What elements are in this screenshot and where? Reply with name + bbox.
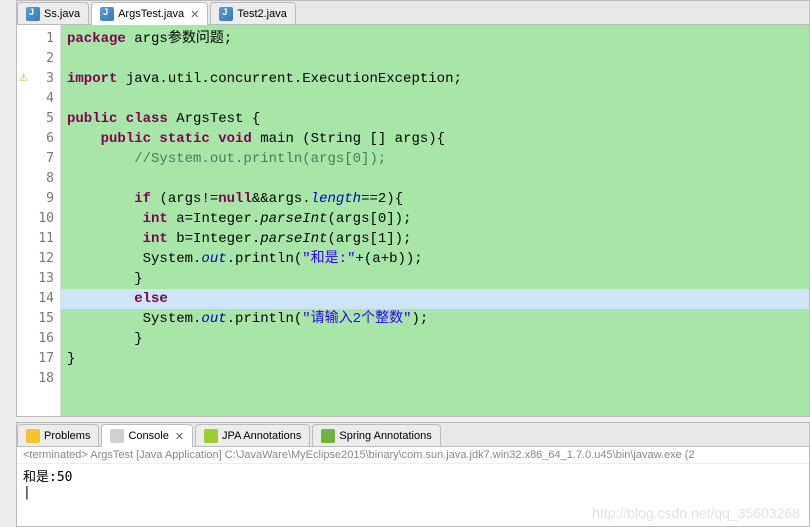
console-tab[interactable]: Problems	[17, 424, 99, 446]
gutter-mark	[19, 209, 33, 229]
line-gutter: ⚠ 123456789101112131415161718	[17, 25, 61, 416]
java-file-icon	[100, 7, 114, 21]
console-tab-label: Spring Annotations	[339, 430, 431, 442]
spring-icon	[321, 429, 335, 443]
editor-pane: Ss.java ArgsTest.java ✕ Test2.java ⚠ 123456…	[16, 0, 810, 417]
code-line[interactable]: import java.util.concurrent.ExecutionExc…	[61, 69, 809, 89]
code-line[interactable]: }	[61, 349, 809, 369]
code-line[interactable]	[61, 369, 809, 389]
code-area[interactable]: package args参数问题; import java.util.concur…	[61, 25, 809, 416]
gutter-mark	[19, 349, 33, 369]
code-line[interactable]: System.out.println("和是:"+(a+b));	[61, 249, 809, 269]
code-line[interactable]: public class ArgsTest {	[61, 109, 809, 129]
gutter-mark: ⚠	[19, 69, 33, 89]
console-cursor: |	[23, 485, 803, 500]
console-launch-info: <terminated> ArgsTest [Java Application]…	[17, 447, 809, 464]
code-line[interactable]: }	[61, 329, 809, 349]
gutter-mark	[19, 169, 33, 189]
code-line[interactable]	[61, 49, 809, 69]
tab-label: Ss.java	[44, 8, 80, 20]
editor-tabs: Ss.java ArgsTest.java ✕ Test2.java	[17, 1, 809, 25]
java-file-icon	[26, 7, 40, 21]
code-line[interactable]	[61, 169, 809, 189]
gutter-mark	[19, 189, 33, 209]
gutter-mark	[19, 149, 33, 169]
code-line[interactable]: int a=Integer.parseInt(args[0]);	[61, 209, 809, 229]
code-line[interactable]: else	[61, 289, 809, 309]
gutter-mark	[19, 369, 33, 389]
editor-tab[interactable]: Test2.java	[210, 2, 296, 24]
close-icon[interactable]: ✕	[175, 430, 184, 443]
tab-label: Test2.java	[237, 8, 287, 20]
gutter-mark	[19, 269, 33, 289]
warning-icon: ⚠	[19, 73, 28, 84]
code-line[interactable]	[61, 89, 809, 109]
gutter-mark	[19, 229, 33, 249]
code-line[interactable]: }	[61, 269, 809, 289]
code-line[interactable]: package args参数问题;	[61, 29, 809, 49]
console-tabs: Problems Console ✕ JPA Annotations Spring An…	[17, 423, 809, 447]
code-line[interactable]: //System.out.println(args[0]);	[61, 149, 809, 169]
editor-tab[interactable]: ArgsTest.java ✕	[91, 2, 208, 25]
console-tab-label: JPA Annotations	[222, 430, 301, 442]
gutter-mark	[19, 289, 33, 309]
code-line[interactable]: public static void main (String [] args)…	[61, 129, 809, 149]
jpa-icon	[204, 429, 218, 443]
console-tab[interactable]: Console ✕	[101, 424, 193, 447]
java-file-icon	[219, 7, 233, 21]
code-line[interactable]: if (args!=null&&args.length==2){	[61, 189, 809, 209]
watermark: http://blog.csdn.net/qq_35603268	[592, 505, 800, 521]
console-tab[interactable]: Spring Annotations	[312, 424, 440, 446]
console-line: 和是:50	[23, 466, 803, 485]
code-line[interactable]: System.out.println("请输入2个整数");	[61, 309, 809, 329]
gutter-mark	[19, 329, 33, 349]
side-ruler	[0, 0, 16, 527]
gutter-mark	[19, 89, 33, 109]
gutter-mark	[19, 309, 33, 329]
console-tab-label: Problems	[44, 430, 90, 442]
console-tab-label: Console	[128, 430, 168, 442]
gutter-mark	[19, 49, 33, 69]
console-tab[interactable]: JPA Annotations	[195, 424, 310, 446]
cons-icon	[110, 429, 124, 443]
prob-icon	[26, 429, 40, 443]
editor-body: ⚠ 123456789101112131415161718 package ar…	[17, 25, 809, 416]
tab-label: ArgsTest.java	[118, 8, 184, 20]
close-icon[interactable]: ✕	[190, 8, 199, 21]
gutter-mark	[19, 129, 33, 149]
gutter-mark	[19, 249, 33, 269]
gutter-mark	[19, 109, 33, 129]
code-line[interactable]: int b=Integer.parseInt(args[1]);	[61, 229, 809, 249]
gutter-mark	[19, 29, 33, 49]
editor-tab[interactable]: Ss.java	[17, 2, 89, 24]
